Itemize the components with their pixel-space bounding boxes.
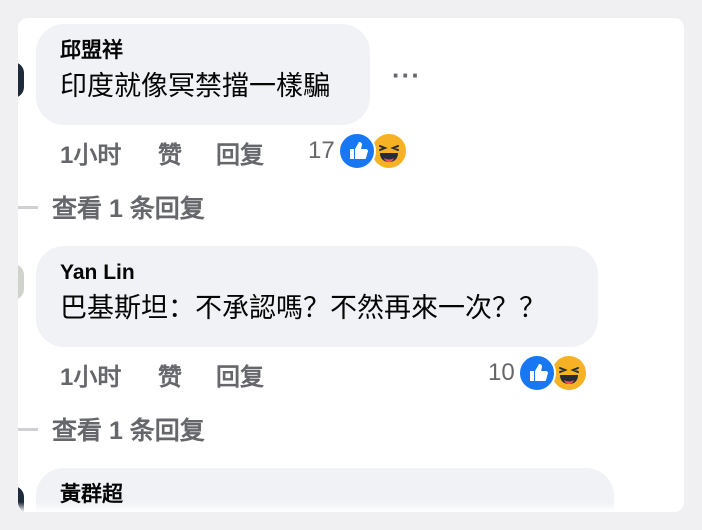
reply-button[interactable]: 回复 — [216, 357, 264, 392]
view-replies-link[interactable]: 查看 1 条回复 — [18, 189, 205, 225]
comment-text: 印度就像冥禁擋一樣騙 — [60, 71, 330, 101]
comment-author[interactable]: 邱盟祥 — [60, 38, 346, 64]
view-replies-link[interactable]: 查看 1 条回复 — [18, 411, 205, 447]
more-options-icon[interactable]: ··· — [392, 60, 421, 91]
like-button[interactable]: 赞 — [158, 135, 216, 170]
comment-timestamp[interactable]: 1小时 — [60, 135, 158, 170]
comment-author[interactable]: Yan Lin — [60, 260, 574, 286]
reactions-summary[interactable]: 10 — [488, 353, 588, 393]
thread-connector — [18, 427, 38, 431]
scroll-fade — [18, 502, 684, 512]
comments-panel: 邱盟祥 印度就像冥禁擋一樣騙 ··· 1小时 赞 回复 17 查看 1 条回复 … — [18, 18, 684, 512]
comment-bubble: Yan Lin 巴基斯坦：不承認嗎？不然再來一次？？ — [36, 246, 598, 347]
like-icon — [517, 354, 556, 392]
avatar[interactable] — [18, 264, 24, 300]
reactions-summary[interactable]: 17 — [308, 131, 408, 171]
comment-actions: 1小时 赞 回复 — [60, 135, 264, 169]
comment-text: 巴基斯坦：不承認嗎？不然再來一次？？ — [60, 293, 546, 323]
reaction-count: 17 — [308, 137, 335, 164]
avatar[interactable] — [18, 62, 24, 98]
reply-button[interactable]: 回复 — [216, 135, 264, 170]
like-button[interactable]: 赞 — [158, 357, 216, 392]
comment-timestamp[interactable]: 1小时 — [60, 357, 158, 392]
view-replies-label: 查看 1 条回复 — [52, 417, 205, 445]
view-replies-label: 查看 1 条回复 — [52, 195, 205, 223]
thread-connector — [18, 205, 38, 209]
like-icon — [337, 132, 376, 170]
comment-actions: 1小时 赞 回复 — [60, 357, 264, 391]
comment-bubble: 邱盟祥 印度就像冥禁擋一樣騙 — [36, 24, 370, 125]
reaction-count: 10 — [488, 359, 515, 386]
